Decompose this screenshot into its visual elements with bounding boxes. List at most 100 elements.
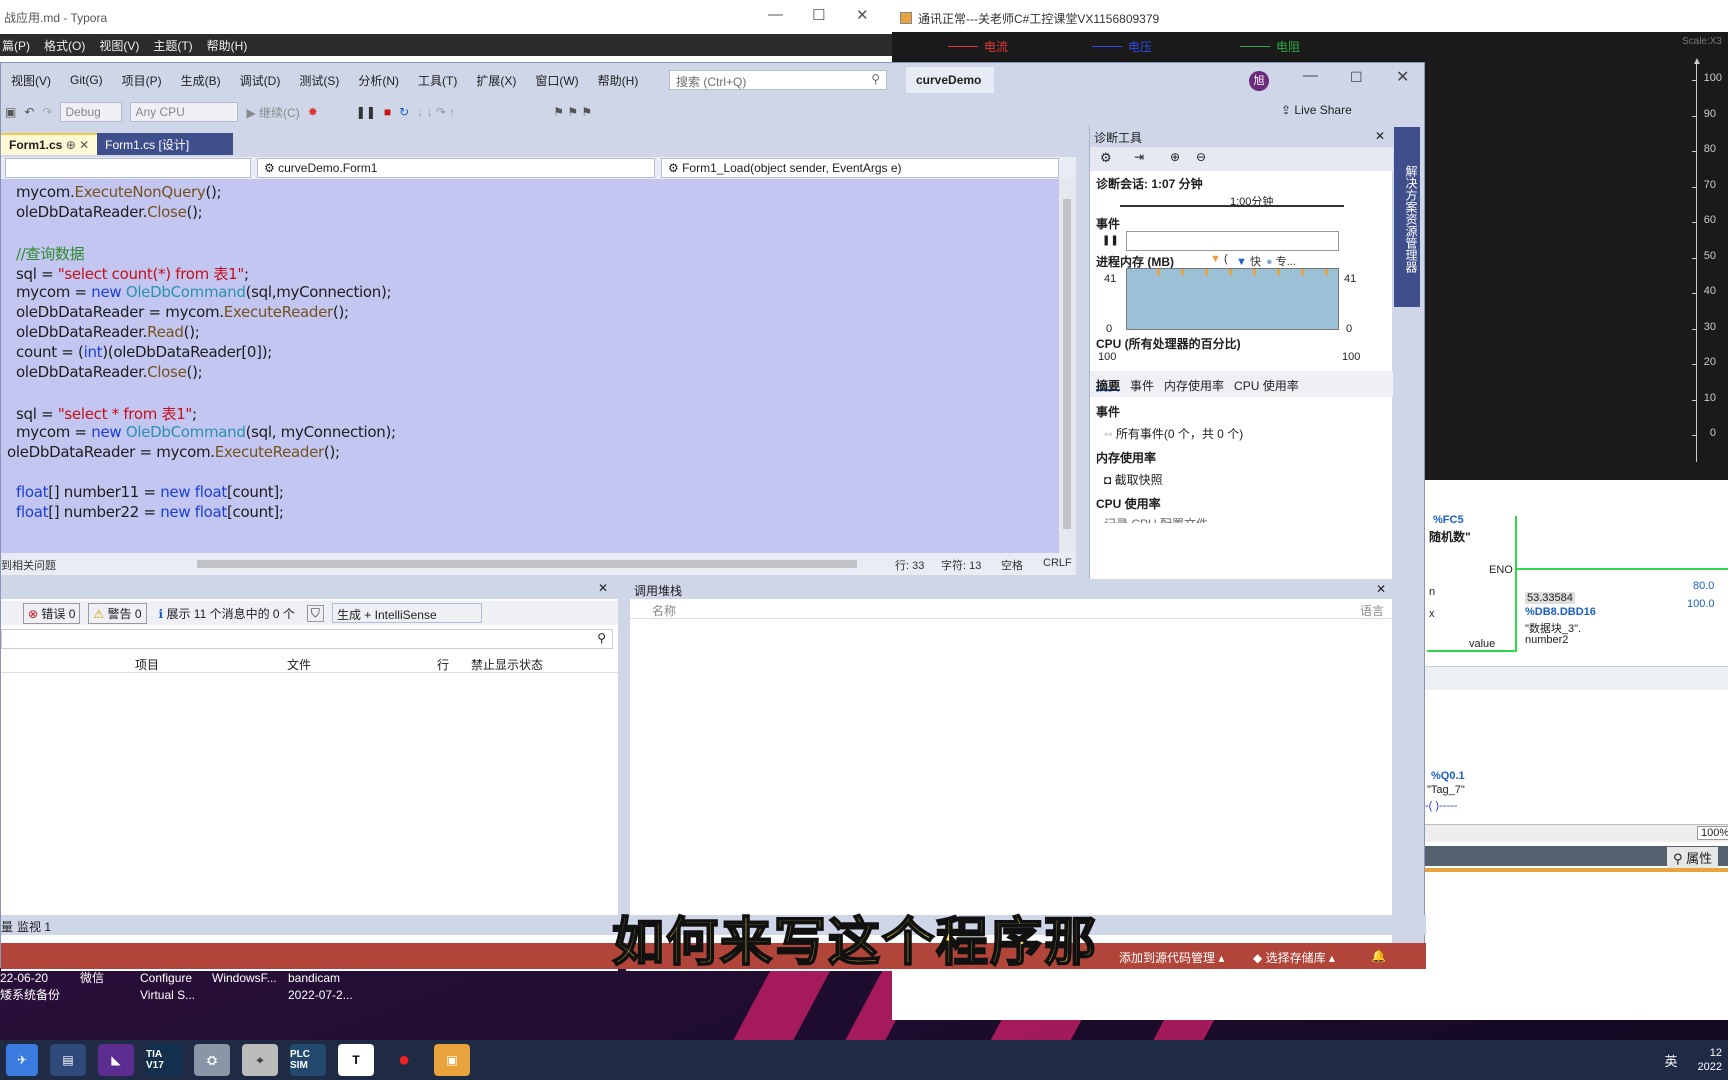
- build-source-select[interactable]: 生成 + IntelliSense: [331, 603, 482, 623]
- code-line[interactable]: oleDbDataReader.Read();: [16, 323, 200, 341]
- config-select[interactable]: Debug: [60, 102, 123, 122]
- code-line[interactable]: sql = "select count(*) from 表1";: [16, 263, 249, 284]
- maximize-icon[interactable]: ☐: [1350, 69, 1363, 86]
- live-share-button[interactable]: ⇪ Live Share: [1281, 103, 1352, 117]
- menu-view[interactable]: 视图(V): [11, 72, 51, 89]
- editor-scrollbar[interactable]: [1059, 179, 1076, 553]
- issues-indicator[interactable]: 到相关问题: [1, 557, 56, 573]
- all-events-row[interactable]: ◦◦ 所有事件(0 个，共 0 个): [1104, 425, 1243, 442]
- tab-watch-1[interactable]: 监视 1: [17, 918, 51, 935]
- desktop-icon-label[interactable]: WindowsF...: [212, 970, 277, 987]
- close-icon[interactable]: ✕: [856, 6, 869, 24]
- filter-icon[interactable]: ⛉: [306, 604, 324, 622]
- menu-tools[interactable]: 工具(T): [418, 72, 457, 89]
- typora-menu-paragraph[interactable]: 篇(P): [2, 37, 30, 54]
- export-icon[interactable]: ⇥: [1134, 150, 1144, 164]
- code-line[interactable]: oleDbDataReader.Close();: [16, 203, 203, 221]
- col-project[interactable]: 项目: [135, 656, 159, 673]
- code-editor[interactable]: mycom.ExecuteNonQuery(); oleDbDataReader.…: [1, 179, 1059, 553]
- col-file[interactable]: 文件: [287, 656, 311, 673]
- notifications-icon[interactable]: 🔔: [1371, 949, 1386, 963]
- menu-test[interactable]: 测试(S): [299, 72, 339, 89]
- desktop-icon-label[interactable]: 微信: [80, 970, 104, 987]
- maximize-icon[interactable]: ☐: [812, 6, 825, 24]
- minimize-icon[interactable]: —: [768, 6, 783, 23]
- platform-select[interactable]: Any CPU: [130, 102, 239, 122]
- bookmark-icons[interactable]: ⚑ ⚑ ⚑: [553, 105, 592, 119]
- errors-filter[interactable]: ⊗ 错误 0: [23, 602, 81, 624]
- member-nav[interactable]: ⚙ Form1_Load(object sender, EventArgs e): [661, 158, 1059, 178]
- typora-menu-theme[interactable]: 主题(T): [153, 37, 192, 54]
- ime-indicator[interactable]: 英: [1665, 1051, 1678, 1070]
- tab-events[interactable]: 事件: [1130, 377, 1154, 393]
- tab-form1-design[interactable]: Form1.cs [设计]: [97, 133, 234, 155]
- solution-explorer-side-tab[interactable]: 解决方案资源管理器: [1394, 127, 1420, 307]
- typora-icon[interactable]: T: [338, 1044, 374, 1076]
- typora-menu-format[interactable]: 格式(O): [44, 37, 85, 54]
- code-line[interactable]: mycom = new OleDbCommand(sql, myConnecti…: [16, 423, 396, 441]
- col-line[interactable]: 行: [437, 656, 449, 673]
- code-line[interactable]: oleDbDataReader.Close();: [16, 363, 203, 381]
- menu-build[interactable]: 生成(B): [181, 72, 221, 89]
- plcsim-icon[interactable]: PLC SIM: [290, 1044, 326, 1076]
- menu-analyze[interactable]: 分析(N): [358, 72, 399, 89]
- horizontal-scrollbar[interactable]: [197, 560, 857, 568]
- messages-filter[interactable]: ℹ 展示 11 个消息中的 0 个: [155, 604, 299, 623]
- start-icon[interactable]: ✈: [6, 1044, 38, 1076]
- tab-locals[interactable]: 量: [1, 918, 13, 935]
- code-line[interactable]: count = (int)(oleDbDataReader[0]);: [16, 343, 272, 361]
- col-name[interactable]: 名称: [652, 602, 676, 619]
- compass-icon[interactable]: ⌖: [242, 1044, 278, 1076]
- winforms-icon[interactable]: ▣: [434, 1044, 470, 1076]
- warnings-filter[interactable]: ⚠ 警告 0: [88, 602, 147, 624]
- continue-button[interactable]: ▶ 继续(C): [246, 104, 299, 121]
- code-line[interactable]: oleDbDataReader = mycom.ExecuteReader();: [7, 443, 340, 461]
- explorer-icon[interactable]: ▤: [50, 1044, 86, 1076]
- close-icon[interactable]: ✕: [1376, 582, 1386, 596]
- pause-icon[interactable]: ❚❚: [1102, 235, 1119, 246]
- undo-icon[interactable]: ↶: [24, 105, 34, 119]
- tab-summary[interactable]: 摘要: [1096, 377, 1121, 393]
- code-line[interactable]: //查询数据: [16, 243, 85, 264]
- record-icon[interactable]: ●: [386, 1044, 422, 1076]
- minimize-icon[interactable]: —: [1303, 67, 1318, 84]
- add-source-control-button[interactable]: 添加到源代码管理 ▴: [1119, 949, 1224, 966]
- app-icon[interactable]: ⛭: [194, 1044, 230, 1076]
- col-suppression[interactable]: 禁止显示状态: [471, 656, 543, 673]
- col-language[interactable]: 语言: [1360, 602, 1384, 619]
- menu-extensions[interactable]: 扩展(X): [476, 72, 516, 89]
- menu-git[interactable]: Git(G): [70, 73, 103, 87]
- desktop-icon-label[interactable]: Configure Virtual S...: [140, 970, 195, 1004]
- pause-icon[interactable]: ❚❚: [356, 105, 376, 119]
- zoom-level[interactable]: 100%: [1697, 826, 1728, 840]
- clock[interactable]: 12 2022: [1698, 1046, 1722, 1074]
- flame-icon[interactable]: ✹: [308, 105, 318, 119]
- menu-debug[interactable]: 调试(D): [240, 72, 281, 89]
- close-icon[interactable]: ✕: [1375, 129, 1385, 143]
- code-line[interactable]: sql = "select * from 表1";: [16, 403, 197, 424]
- properties-tab[interactable]: ⚲ 属性: [1667, 847, 1719, 868]
- close-icon[interactable]: ✕: [598, 581, 608, 595]
- menu-project[interactable]: 项目(P): [122, 72, 162, 89]
- class-nav[interactable]: ⚙ curveDemo.Form1: [257, 158, 655, 178]
- desktop-icon-label[interactable]: bandicam 2022-07-2...: [288, 970, 353, 1004]
- desktop-icon-label[interactable]: 22-06-20 矮系统备份: [0, 970, 60, 1004]
- snapshot-button[interactable]: ◘ 截取快照: [1104, 471, 1163, 488]
- project-nav[interactable]: [5, 158, 251, 178]
- avatar[interactable]: 旭: [1249, 71, 1269, 91]
- typora-menu-view[interactable]: 视图(V): [99, 37, 139, 54]
- tab-form1-cs[interactable]: Form1.cs ⊕ ✕: [1, 133, 98, 155]
- error-search-input[interactable]: ⚲: [1, 629, 613, 649]
- restart-icon[interactable]: ↻: [399, 105, 409, 119]
- save-all-icon[interactable]: ▣: [5, 105, 16, 119]
- step-icons[interactable]: ↓ ↓ ↷ ↑: [417, 105, 455, 119]
- tab-cpu[interactable]: CPU 使用率: [1234, 377, 1299, 393]
- record-cpu-button[interactable]: 记录 CPU 配置文件: [1104, 515, 1208, 523]
- code-line[interactable]: mycom.ExecuteNonQuery();: [16, 183, 222, 201]
- menu-window[interactable]: 窗口(W): [535, 72, 578, 89]
- stop-icon[interactable]: ■: [384, 105, 391, 119]
- code-line[interactable]: oleDbDataReader = mycom.ExecuteReader();: [16, 303, 349, 321]
- code-line[interactable]: mycom = new OleDbCommand(sql,myConnectio…: [16, 283, 392, 301]
- zoom-in-icon[interactable]: ⊕: [1170, 150, 1180, 164]
- redo-icon[interactable]: ↷: [42, 105, 52, 119]
